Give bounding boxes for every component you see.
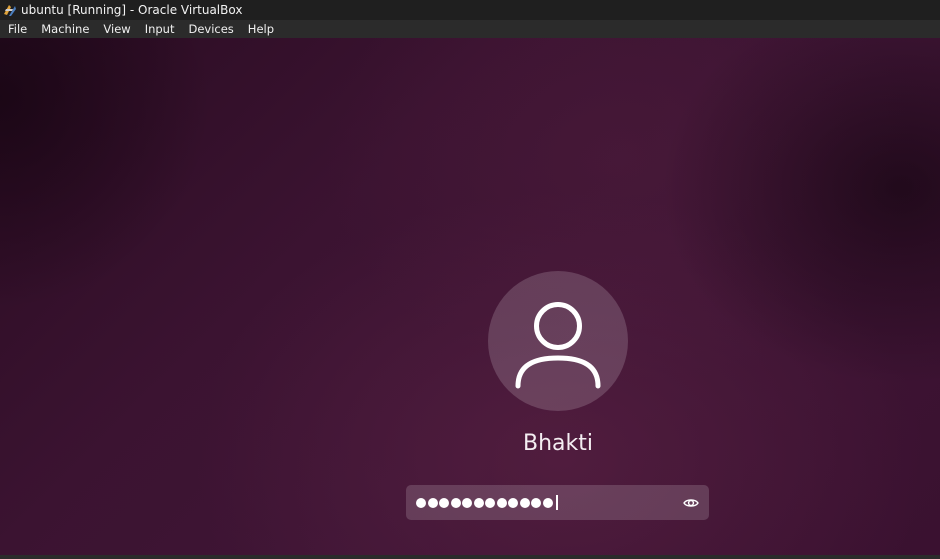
password-dot (485, 497, 495, 508)
password-dot (450, 497, 461, 508)
password-dot (519, 497, 530, 508)
user-avatar[interactable] (488, 271, 628, 411)
menu-help[interactable]: Help (240, 20, 280, 38)
menu-input[interactable]: Input (137, 20, 181, 38)
menu-machine[interactable]: Machine (33, 20, 95, 38)
text-caret (556, 495, 558, 510)
password-dot (542, 497, 553, 508)
password-dot (416, 497, 426, 508)
password-input[interactable] (406, 485, 709, 520)
login-screen: Bhakti (0, 38, 940, 555)
eye-icon[interactable] (682, 494, 700, 512)
menu-file[interactable]: File (0, 20, 33, 38)
virtualbox-icon (3, 3, 17, 17)
password-dot (531, 497, 541, 508)
virtualbox-window: ubuntu [Running] - Oracle VirtualBox Fil… (0, 0, 940, 559)
window-title: ubuntu [Running] - Oracle VirtualBox (21, 3, 243, 17)
password-dot (473, 497, 484, 508)
password-dot (496, 497, 507, 508)
menu-devices[interactable]: Devices (180, 20, 239, 38)
password-dots (416, 485, 558, 520)
title-bar: ubuntu [Running] - Oracle VirtualBox (0, 0, 940, 20)
password-dot (508, 497, 518, 508)
menu-view[interactable]: View (95, 20, 136, 38)
password-dot (462, 497, 472, 508)
password-dot (439, 497, 449, 508)
password-dot (427, 497, 438, 508)
status-bar (0, 555, 940, 559)
menu-bar: File Machine View Input Devices Help (0, 20, 940, 39)
username-label: Bhakti (523, 431, 593, 456)
user-icon (515, 302, 601, 389)
